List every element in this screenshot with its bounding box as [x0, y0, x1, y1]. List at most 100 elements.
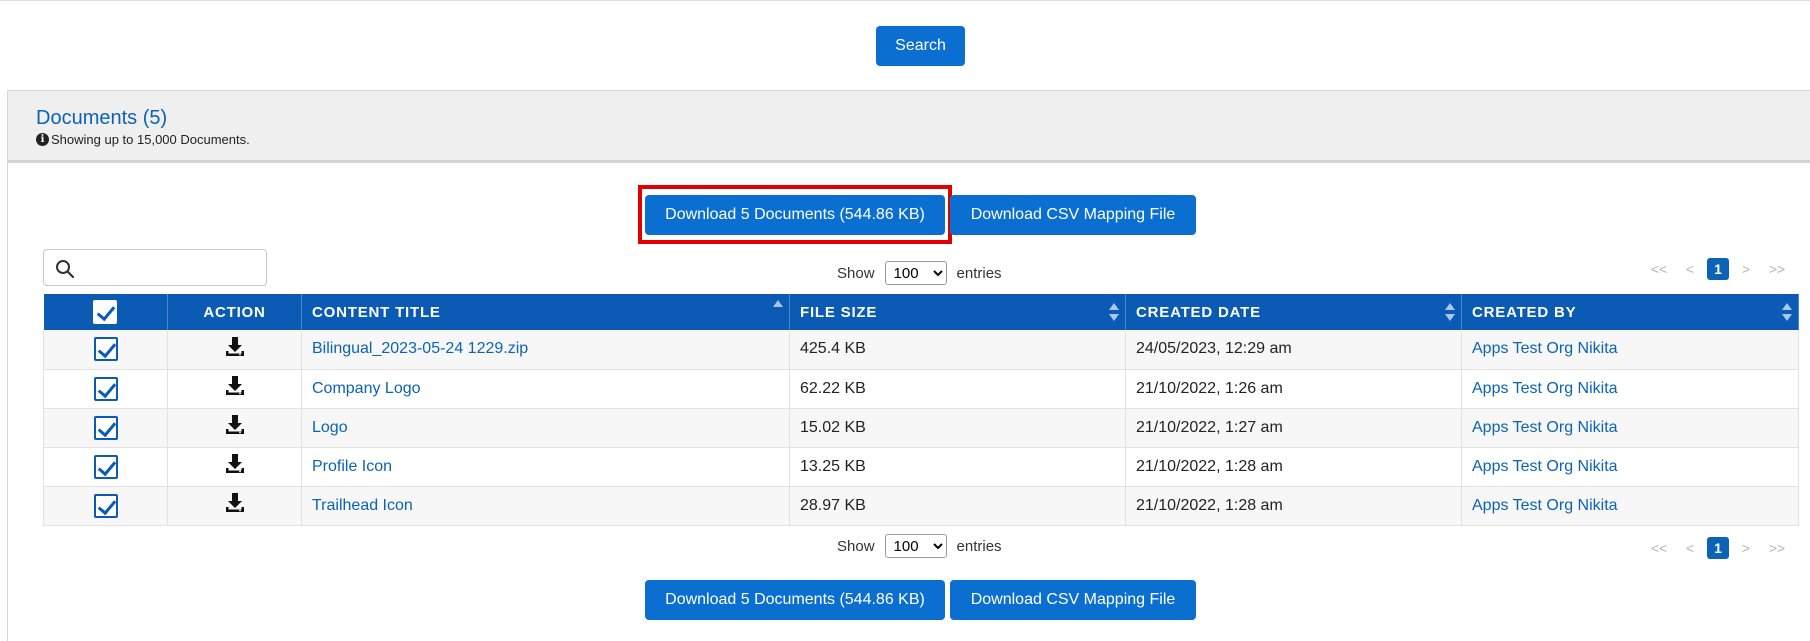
- documents-info: i Showing up to 15,000 Documents.: [36, 132, 250, 147]
- created-date-cell: 21/10/2022, 1:28 am: [1125, 486, 1462, 526]
- documents-header: Documents (5) i Showing up to 15,000 Doc…: [8, 91, 1810, 163]
- content-title-cell: Logo: [301, 408, 790, 448]
- documents-title: Documents (5): [36, 107, 168, 129]
- created-date-cell: 21/10/2022, 1:28 am: [1125, 447, 1462, 487]
- current-page-button[interactable]: 1: [1707, 537, 1729, 559]
- row-action-cell[interactable]: [167, 408, 302, 448]
- created-date-cell: 24/05/2023, 12:29 am: [1125, 330, 1462, 370]
- created-by-link[interactable]: Apps Test Org Nikita: [1472, 419, 1618, 436]
- file-size-cell: 15.02 KB: [789, 408, 1126, 448]
- entries-label: entries: [956, 537, 1002, 555]
- table-row: Logo 15.02 KB 21/10/2022, 1:27 am Apps Test…: [43, 408, 1799, 448]
- show-label: Show: [837, 264, 875, 282]
- row-checkbox[interactable]: [93, 454, 118, 479]
- download-icon[interactable]: [224, 336, 246, 362]
- pagination-top: << < 1 > >>: [1639, 258, 1797, 280]
- content-title-cell: Bilingual_2023-05-24 1229.zip: [301, 330, 790, 370]
- row-select-cell[interactable]: [43, 330, 168, 370]
- row-checkbox[interactable]: [93, 337, 118, 362]
- row-action-cell[interactable]: [167, 447, 302, 487]
- table-row: Bilingual_2023-05-24 1229.zip 425.4 KB 24/…: [43, 330, 1799, 370]
- content-title-link[interactable]: Trailhead Icon: [312, 497, 413, 514]
- created-by-cell: Apps Test Org Nikita: [1461, 330, 1799, 370]
- column-content-title[interactable]: CONTENT TITLE: [301, 294, 790, 330]
- sort-asc-icon: [773, 300, 783, 307]
- download-csv-button-bottom[interactable]: Download CSV Mapping File: [950, 580, 1196, 620]
- entries-label: entries: [956, 264, 1002, 282]
- table-filter[interactable]: [43, 249, 267, 286]
- select-all-checkbox[interactable]: [93, 300, 118, 324]
- created-date-cell: 21/10/2022, 1:27 am: [1125, 408, 1462, 448]
- top-divider: [0, 0, 1810, 1]
- content-title-link[interactable]: Logo: [312, 419, 348, 436]
- column-created-by[interactable]: CREATED BY: [1461, 294, 1799, 330]
- show-label: Show: [837, 537, 875, 555]
- sort-icon: [1109, 303, 1119, 321]
- download-csv-button-top[interactable]: Download CSV Mapping File: [950, 195, 1196, 235]
- info-icon: i: [36, 133, 49, 146]
- row-checkbox[interactable]: [93, 415, 118, 440]
- search-icon: [56, 260, 75, 279]
- current-page-button[interactable]: 1: [1707, 258, 1729, 280]
- created-date-cell: 21/10/2022, 1:26 am: [1125, 369, 1462, 409]
- content-title-cell: Company Logo: [301, 369, 790, 409]
- sort-icon: [1445, 303, 1455, 321]
- created-by-cell: Apps Test Org Nikita: [1461, 486, 1799, 526]
- created-by-cell: Apps Test Org Nikita: [1461, 408, 1799, 448]
- content-title-cell: Trailhead Icon: [301, 486, 790, 526]
- content-title-cell: Profile Icon: [301, 447, 790, 487]
- column-created-date[interactable]: CREATED DATE: [1125, 294, 1462, 330]
- download-icon[interactable]: [224, 415, 246, 440]
- sort-icon: [1782, 303, 1792, 321]
- search-button[interactable]: Search: [876, 26, 965, 66]
- file-size-cell: 425.4 KB: [789, 330, 1126, 370]
- file-size-cell: 13.25 KB: [789, 447, 1126, 487]
- download-icon[interactable]: [224, 454, 246, 479]
- file-size-cell: 62.22 KB: [789, 369, 1126, 409]
- row-select-cell[interactable]: [43, 408, 168, 448]
- file-size-cell: 28.97 KB: [789, 486, 1126, 526]
- row-action-cell[interactable]: [167, 486, 302, 526]
- created-by-cell: Apps Test Org Nikita: [1461, 447, 1799, 487]
- last-page-button[interactable]: >>: [1757, 540, 1797, 556]
- column-file-size[interactable]: FILE SIZE: [789, 294, 1126, 330]
- created-by-link[interactable]: Apps Test Org Nikita: [1472, 497, 1618, 514]
- row-checkbox[interactable]: [93, 493, 118, 518]
- content-title-link[interactable]: Bilingual_2023-05-24 1229.zip: [312, 340, 528, 357]
- download-icon[interactable]: [224, 493, 246, 518]
- content-title-link[interactable]: Profile Icon: [312, 458, 392, 475]
- entries-select-top[interactable]: 100: [884, 261, 947, 285]
- length-menu-top: Show 100 entries: [837, 261, 1002, 285]
- created-by-link[interactable]: Apps Test Org Nikita: [1472, 458, 1618, 475]
- table-row: Company Logo 62.22 KB 21/10/2022, 1:26 am A…: [43, 369, 1799, 409]
- table-header-row: ACTION CONTENT TITLE FILE SIZE CREATED D…: [43, 294, 1799, 330]
- entries-select-bottom[interactable]: 100: [884, 534, 947, 558]
- length-menu-bottom: Show 100 entries: [837, 534, 1002, 558]
- table-row: Trailhead Icon 28.97 KB 21/10/2022, 1:28 a…: [43, 486, 1799, 526]
- row-action-cell[interactable]: [167, 369, 302, 409]
- table-filter-input[interactable]: [82, 254, 262, 282]
- column-action: ACTION: [167, 294, 302, 330]
- first-page-button[interactable]: <<: [1639, 261, 1679, 277]
- download-icon[interactable]: [224, 376, 246, 401]
- row-select-cell[interactable]: [43, 447, 168, 487]
- content-title-link[interactable]: Company Logo: [312, 380, 421, 397]
- first-page-button[interactable]: <<: [1639, 540, 1679, 556]
- created-by-link[interactable]: Apps Test Org Nikita: [1472, 380, 1618, 397]
- download-documents-button-top[interactable]: Download 5 Documents (544.86 KB): [645, 195, 945, 235]
- table-row: Profile Icon 13.25 KB 21/10/2022, 1:28 am A…: [43, 447, 1799, 487]
- prev-page-button[interactable]: <: [1679, 261, 1701, 277]
- download-documents-button-bottom[interactable]: Download 5 Documents (544.86 KB): [645, 580, 945, 620]
- created-by-cell: Apps Test Org Nikita: [1461, 369, 1799, 409]
- next-page-button[interactable]: >: [1735, 540, 1757, 556]
- created-by-link[interactable]: Apps Test Org Nikita: [1472, 340, 1618, 357]
- next-page-button[interactable]: >: [1735, 261, 1757, 277]
- row-checkbox[interactable]: [93, 376, 118, 401]
- documents-table: ACTION CONTENT TITLE FILE SIZE CREATED D…: [43, 294, 1799, 526]
- last-page-button[interactable]: >>: [1757, 261, 1797, 277]
- row-select-cell[interactable]: [43, 486, 168, 526]
- prev-page-button[interactable]: <: [1679, 540, 1701, 556]
- select-all-header[interactable]: [43, 294, 168, 330]
- row-select-cell[interactable]: [43, 369, 168, 409]
- row-action-cell[interactable]: [167, 330, 302, 370]
